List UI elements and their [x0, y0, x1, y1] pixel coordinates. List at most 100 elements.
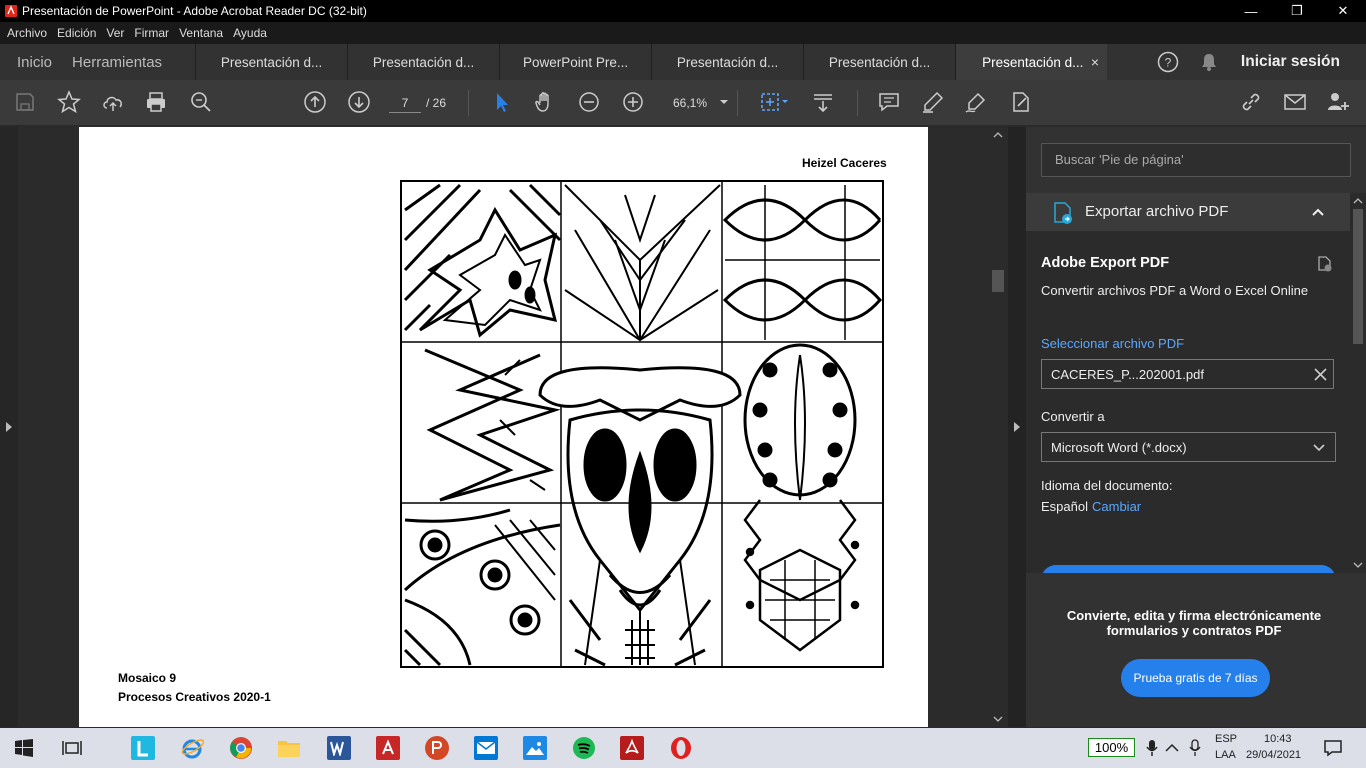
scrollbar-thumb[interactable] — [992, 270, 1004, 292]
document-scrollbar[interactable] — [988, 127, 1008, 727]
windows-taskbar: 100% ESP LAA 10:43 29/04/2021 — [0, 728, 1366, 768]
print-icon[interactable] — [144, 91, 168, 113]
menu-edicion[interactable]: Edición — [52, 26, 101, 40]
search-icon[interactable] — [189, 91, 213, 113]
close-tab-icon[interactable]: × — [1091, 54, 1099, 70]
zoom-out-icon[interactable] — [577, 91, 601, 113]
input-language[interactable]: ESP — [1215, 733, 1237, 745]
document-tab[interactable]: Presentación d... — [803, 44, 955, 80]
help-icon[interactable]: ? — [1157, 51, 1179, 73]
clock-time[interactable]: 10:43 — [1264, 733, 1292, 745]
task-view-icon[interactable] — [60, 736, 84, 760]
word-icon[interactable] — [327, 736, 351, 760]
tab-herramientas[interactable]: Herramientas — [72, 44, 195, 80]
right-panel-scrollbar[interactable] — [1350, 193, 1366, 573]
zoom-in-icon[interactable] — [621, 91, 645, 113]
scroll-down-icon[interactable] — [993, 715, 1003, 723]
select-file-link[interactable]: Seleccionar archivo PDF — [1041, 336, 1184, 351]
sign-pen-icon[interactable] — [964, 91, 988, 113]
mail-icon[interactable] — [1283, 91, 1307, 113]
mail-app-icon[interactable] — [474, 736, 498, 760]
windows-start-icon[interactable] — [12, 736, 36, 760]
chevron-up-icon[interactable] — [1312, 207, 1324, 217]
pdf-page[interactable]: Heizel Caceres Mosaico 9 Procesos Creati… — [79, 127, 928, 727]
signin-button[interactable]: Iniciar sesión — [1241, 53, 1340, 71]
document-tab-active[interactable]: Presentación d... × — [955, 44, 1108, 80]
left-panel-toggle[interactable] — [0, 127, 18, 727]
right-panel: Buscar 'Pie de página' Exportar archivo … — [1026, 127, 1366, 727]
chevron-down-icon[interactable] — [712, 91, 736, 113]
selected-file-field[interactable]: CACERES_P...202001.pdf — [1041, 359, 1334, 389]
right-panel-toggle[interactable] — [1008, 127, 1026, 727]
keyboard-layout[interactable]: LAA — [1215, 749, 1236, 761]
microphone-icon[interactable] — [1183, 736, 1207, 760]
clear-file-icon[interactable] — [1314, 368, 1327, 381]
select-cursor-icon[interactable] — [490, 91, 514, 113]
free-trial-button[interactable]: Prueba gratis de 7 días — [1121, 659, 1270, 697]
next-page-icon[interactable] — [347, 91, 371, 113]
add-user-icon[interactable] — [1326, 91, 1350, 113]
menu-ayuda[interactable]: Ayuda — [228, 26, 272, 40]
tab-inicio[interactable]: Inicio — [0, 44, 72, 80]
minimize-button[interactable]: — — [1228, 0, 1274, 22]
page-number-input[interactable]: 7 — [389, 93, 421, 113]
comment-icon[interactable] — [877, 91, 901, 113]
acrobat-taskbar-icon[interactable] — [376, 736, 400, 760]
internet-explorer-icon[interactable] — [180, 736, 204, 760]
window-title: Presentación de PowerPoint - Adobe Acrob… — [22, 4, 367, 18]
restore-button[interactable]: ❐ — [1274, 0, 1320, 22]
export-pdf-header[interactable]: Exportar archivo PDF — [1026, 193, 1350, 231]
chevron-down-icon — [1313, 444, 1325, 452]
scroll-down-icon[interactable] — [1353, 561, 1363, 569]
powerpoint-icon[interactable] — [425, 736, 449, 760]
menu-ver[interactable]: Ver — [101, 26, 129, 40]
tool-search-input[interactable]: Buscar 'Pie de página' — [1041, 143, 1351, 177]
file-explorer-icon[interactable] — [277, 736, 301, 760]
scroll-mode-icon[interactable] — [811, 91, 835, 113]
clock-date[interactable]: 29/04/2021 — [1246, 749, 1301, 761]
close-window-button[interactable]: ✕ — [1320, 0, 1366, 22]
chevron-up-icon[interactable] — [1160, 736, 1184, 760]
scroll-up-icon[interactable] — [1353, 197, 1363, 205]
acrobat-reader-running-icon[interactable] — [620, 736, 644, 760]
convert-format-value: Microsoft Word (*.docx) — [1051, 440, 1187, 455]
chrome-icon[interactable] — [229, 736, 253, 760]
export-heading: Adobe Export PDF — [1041, 255, 1170, 271]
zoom-level[interactable]: 66,1% — [673, 96, 707, 110]
toolbar-divider — [737, 90, 738, 116]
document-tab[interactable]: Presentación d... — [651, 44, 803, 80]
document-tab-label: Presentación d... — [982, 54, 1084, 70]
acrobat-app-icon — [5, 5, 17, 17]
opera-icon[interactable] — [669, 736, 693, 760]
scroll-up-icon[interactable] — [993, 131, 1003, 139]
fill-sign-icon[interactable] — [1009, 91, 1033, 113]
convert-format-select[interactable]: Microsoft Word (*.docx) — [1041, 432, 1336, 462]
star-icon[interactable] — [57, 90, 81, 114]
hand-tool-icon[interactable] — [533, 91, 557, 113]
menu-ventana[interactable]: Ventana — [174, 26, 228, 40]
document-tab[interactable]: Presentación d... — [347, 44, 499, 80]
save-icon[interactable] — [13, 91, 37, 113]
language-label: Idioma del documento: — [1041, 478, 1173, 493]
page-total: / 26 — [426, 96, 447, 110]
battery-indicator[interactable]: 100% — [1088, 738, 1135, 757]
menu-archivo[interactable]: Archivo — [2, 26, 52, 40]
export-pdf-icon — [1054, 202, 1072, 224]
previous-page-icon[interactable] — [303, 91, 327, 113]
scrollbar-thumb[interactable] — [1353, 209, 1363, 344]
photos-icon[interactable] — [523, 736, 547, 760]
bell-icon[interactable] — [1199, 52, 1219, 72]
document-tab[interactable]: Presentación d... — [195, 44, 347, 80]
app-l-icon[interactable] — [131, 736, 155, 760]
collapse-right-icon — [1014, 422, 1020, 432]
highlight-pen-icon[interactable] — [921, 91, 945, 113]
menu-firmar[interactable]: Firmar — [129, 26, 174, 40]
fit-page-icon[interactable] — [757, 91, 793, 113]
link-icon[interactable] — [1239, 91, 1263, 113]
change-language-link[interactable]: Cambiar — [1092, 499, 1141, 514]
language-value: Español — [1041, 499, 1088, 514]
document-tab[interactable]: PowerPoint Pre... — [499, 44, 651, 80]
spotify-icon[interactable] — [572, 736, 596, 760]
notifications-icon[interactable] — [1321, 736, 1345, 760]
upload-cloud-icon[interactable] — [101, 91, 125, 113]
